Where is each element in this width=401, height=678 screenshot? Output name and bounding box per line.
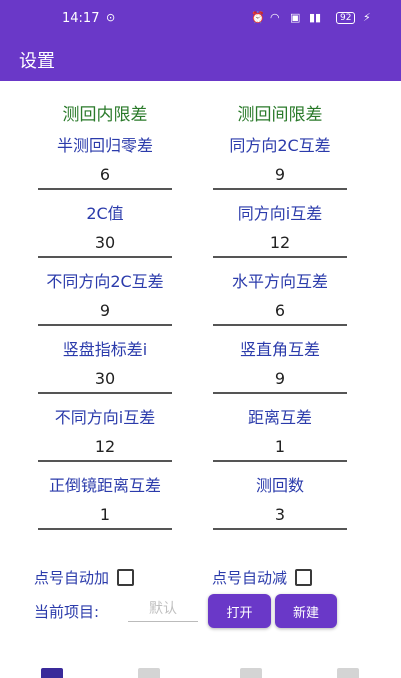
notification-icon: ⊙ <box>106 11 116 24</box>
current-project-label: 当前项目: <box>34 603 100 621</box>
open-button[interactable]: 打开 <box>208 594 271 628</box>
same-direction-i-label: 同方向i互差 <box>237 204 323 223</box>
half-round-zero-closure-label: 半测回归零差 <box>56 136 153 155</box>
battery-icon: 92 <box>336 12 356 24</box>
2c-value-label: 2C值 <box>86 204 124 223</box>
round-count-input[interactable] <box>213 500 347 530</box>
distance-diff-input[interactable] <box>213 432 347 462</box>
horizontal-direction-diff-label: 水平方向互差 <box>231 272 328 291</box>
2c-value-input[interactable] <box>38 228 172 258</box>
wifi-icon: ◠ <box>270 11 280 24</box>
auto-increment-row[interactable]: 点号自动加 <box>34 566 135 588</box>
inter-round-header: 测回间限差 <box>237 105 323 125</box>
diff-direction-2c-input[interactable] <box>38 296 172 326</box>
nav-item-4[interactable] <box>337 668 359 678</box>
signal-icon: ▮▮ <box>309 11 322 24</box>
vertical-index-error-label: 竖盘指标差i <box>62 340 148 359</box>
vertical-angle-diff-label: 竖直角互差 <box>239 340 320 359</box>
inter-round-column: 测回间限差 同方向2C互差 同方向i互差 水平方向互差 竖直角互差 距离互差 测… <box>205 100 355 530</box>
new-button[interactable]: 新建 <box>275 594 337 628</box>
half-round-zero-closure-input[interactable] <box>38 160 172 190</box>
diff-direction-i-label: 不同方向i互差 <box>54 408 156 427</box>
nav-item-2[interactable] <box>138 668 160 678</box>
horizontal-direction-diff-input[interactable] <box>213 296 347 326</box>
vertical-index-error-input[interactable] <box>38 364 172 394</box>
auto-decrement-checkbox[interactable] <box>295 568 313 586</box>
same-direction-2c-label: 同方向2C互差 <box>229 136 331 155</box>
same-direction-2c-input[interactable] <box>213 160 347 190</box>
auto-increment-label: 点号自动加 <box>34 568 110 587</box>
nav-item-settings[interactable] <box>41 668 63 678</box>
intra-round-column: 测回内限差 半测回归零差 2C值 不同方向2C互差 竖盘指标差i 不同方向i互差… <box>30 100 180 530</box>
diff-direction-i-input[interactable] <box>38 432 172 462</box>
status-bar: 14:17 ⊙ ⏰ ◠ ▣ ▮▮ 92 ⚡ <box>0 0 401 36</box>
diff-direction-2c-label: 不同方向2C互差 <box>46 272 164 291</box>
vertical-angle-diff-input[interactable] <box>213 364 347 394</box>
alarm-icon: ⏰ <box>251 11 265 24</box>
status-time: 14:17 <box>62 11 100 26</box>
hd-icon: ▣ <box>290 11 301 24</box>
page-title: 设置 <box>19 51 55 72</box>
face-distance-diff-label: 正倒镜距离互差 <box>48 476 161 495</box>
face-distance-diff-input[interactable] <box>38 500 172 530</box>
current-project-input[interactable] <box>128 596 198 622</box>
auto-decrement-row[interactable]: 点号自动减 <box>212 566 313 588</box>
auto-increment-checkbox[interactable] <box>117 568 135 586</box>
distance-diff-label: 距离互差 <box>247 408 312 427</box>
auto-decrement-label: 点号自动减 <box>212 568 288 587</box>
intra-round-header: 测回内限差 <box>62 105 148 125</box>
nav-item-3[interactable] <box>240 668 262 678</box>
app-bar: 设置 <box>0 36 401 81</box>
round-count-label: 测回数 <box>255 476 304 495</box>
charging-icon: ⚡ <box>363 11 371 24</box>
same-direction-i-input[interactable] <box>213 228 347 258</box>
